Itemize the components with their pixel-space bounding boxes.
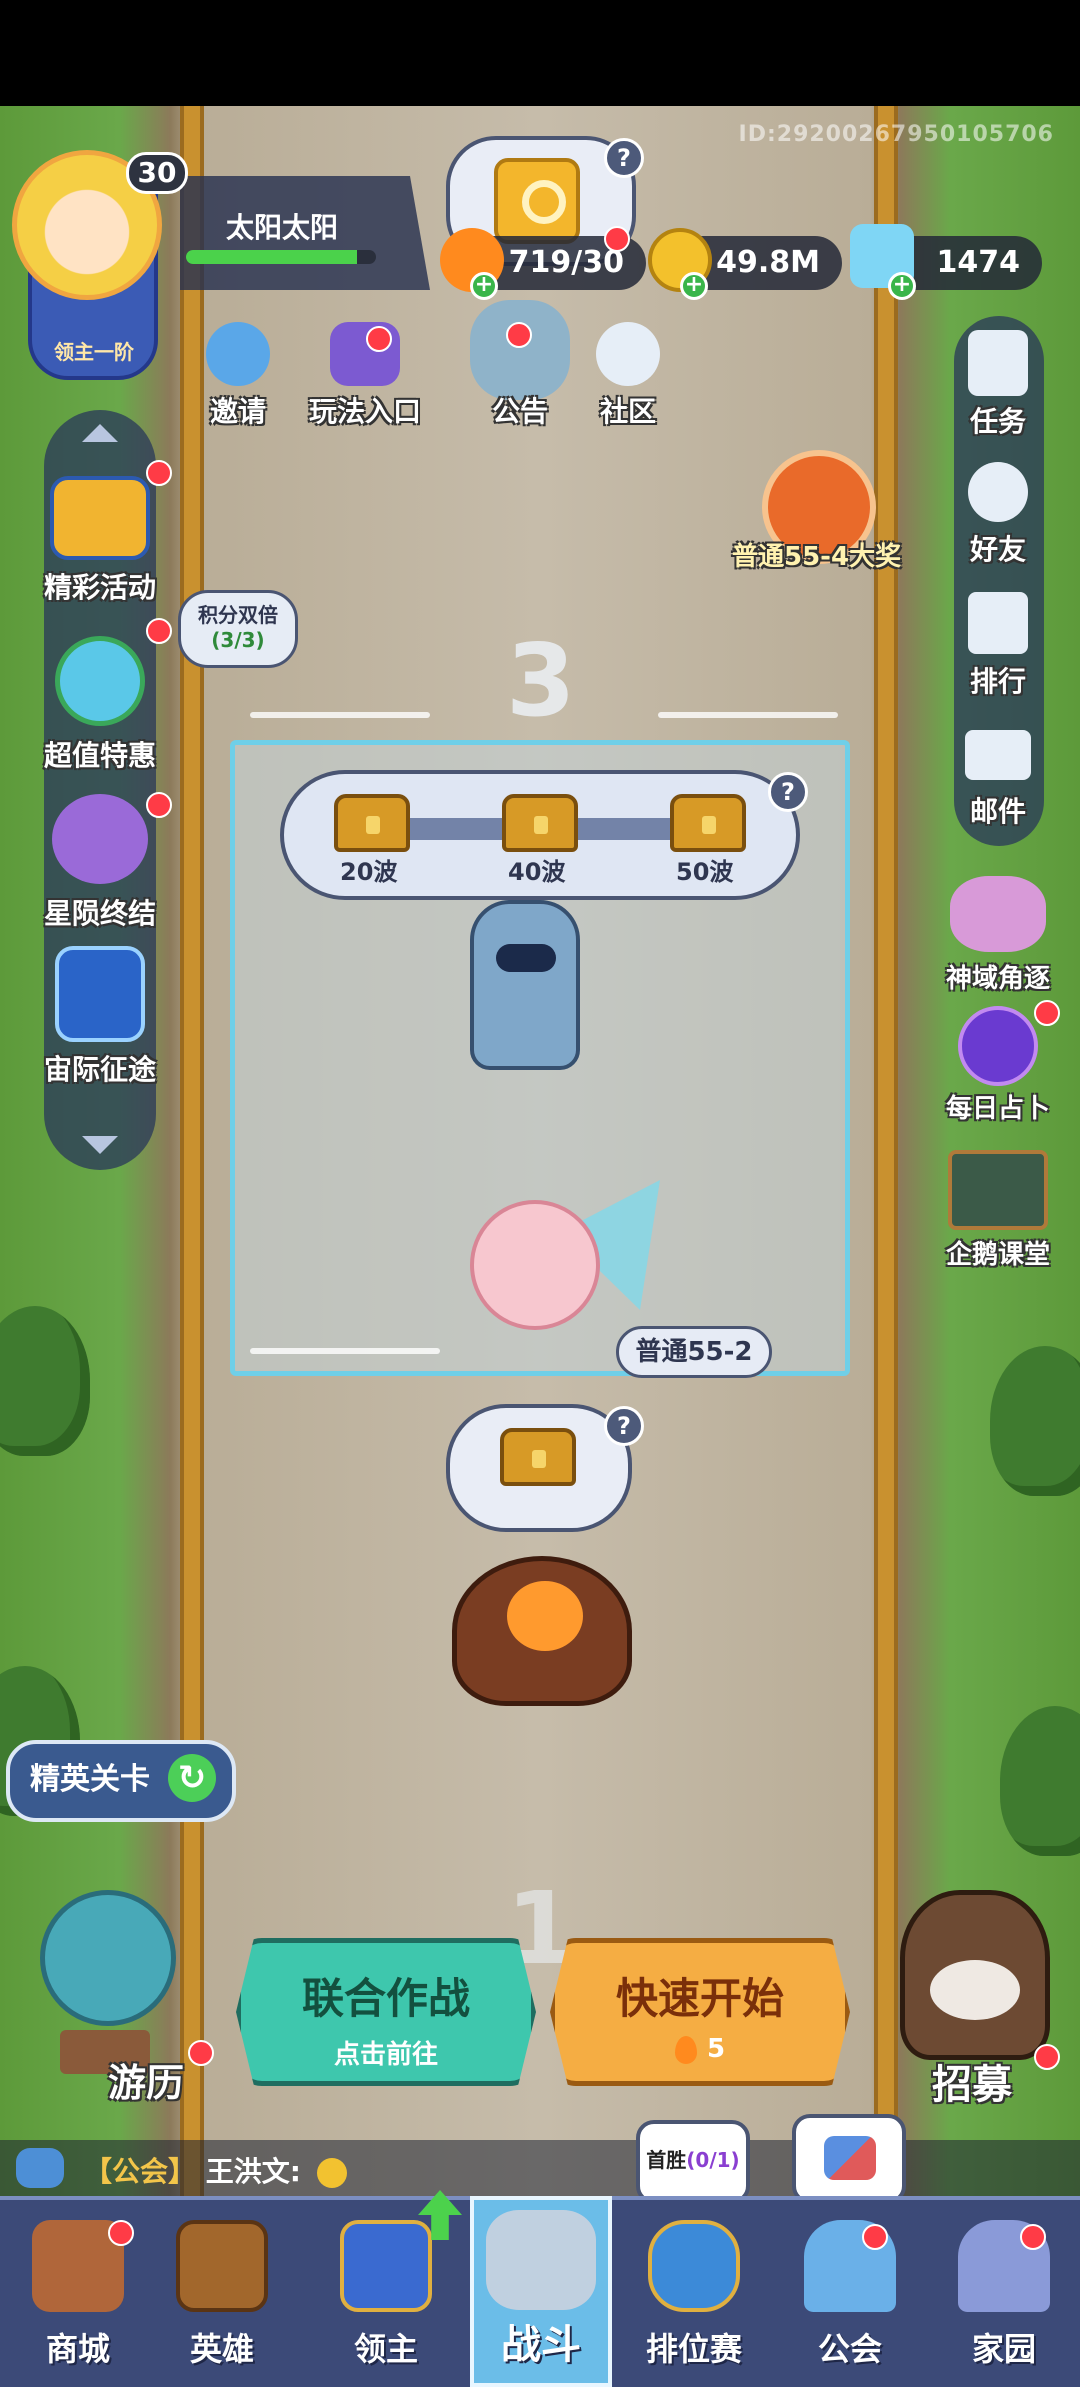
chat-bubble-icon[interactable] bbox=[16, 2148, 64, 2188]
community-button[interactable]: 社区 bbox=[578, 322, 678, 430]
divine-realm-button[interactable]: 神域角逐 bbox=[928, 876, 1068, 995]
current-stage-label: 普通55-2 bbox=[616, 1326, 772, 1378]
notification-dot bbox=[506, 322, 532, 348]
treasure-chest-icon bbox=[50, 476, 150, 560]
add-stamina-button[interactable]: + bbox=[470, 272, 498, 300]
co-op-battle-button[interactable]: 联合作战 点击前往 bbox=[236, 1938, 536, 2086]
nav-ranked[interactable]: 排位赛 bbox=[624, 2210, 764, 2380]
guard-character-icon bbox=[470, 300, 570, 400]
notification-dot bbox=[366, 326, 392, 352]
double-points-badge[interactable]: 积分双倍 (3/3) bbox=[178, 590, 298, 668]
rank-title: 领主一阶 bbox=[54, 340, 134, 364]
handshake-icon[interactable] bbox=[792, 2114, 906, 2204]
notification-dot bbox=[1034, 1000, 1060, 1026]
level-badge: 30 bbox=[126, 152, 188, 194]
tree-decoration bbox=[0, 1306, 90, 1456]
wave-number-top: 3 bbox=[506, 622, 576, 739]
first-win-badge[interactable]: 首胜(0/1) bbox=[636, 2120, 750, 2204]
clock-icon bbox=[55, 636, 145, 726]
refresh-icon[interactable]: ↻ bbox=[168, 1754, 216, 1802]
wave-reward-label: 40波 bbox=[508, 858, 566, 886]
player-name: 太阳太阳 bbox=[226, 211, 339, 244]
notification-dot bbox=[188, 2040, 214, 2066]
clipboard-icon bbox=[968, 330, 1028, 396]
notification-dot bbox=[108, 2220, 134, 2246]
podium-icon bbox=[968, 592, 1028, 654]
interstellar-button[interactable]: 宙际征途 bbox=[20, 946, 180, 1088]
crown-banner-icon bbox=[340, 2220, 432, 2312]
wave-reward-label: 20波 bbox=[340, 858, 398, 886]
hero-character bbox=[470, 1200, 600, 1330]
right-wall bbox=[874, 106, 898, 2196]
add-gold-button[interactable]: + bbox=[680, 272, 708, 300]
help-icon[interactable]: ? bbox=[768, 772, 808, 812]
chalkboard-icon bbox=[948, 1150, 1048, 1230]
xp-bar-fill bbox=[186, 250, 357, 264]
penguin-class-button[interactable]: 企鹅课堂 bbox=[928, 1150, 1068, 1271]
checklist-icon bbox=[55, 946, 145, 1042]
xp-bar bbox=[186, 250, 376, 264]
player-id: ID:29200267950105706 bbox=[738, 122, 1054, 147]
community-icon bbox=[596, 322, 660, 386]
notification-dot bbox=[1034, 2044, 1060, 2070]
events-button[interactable]: 精彩活动 bbox=[20, 476, 180, 606]
shield-icon bbox=[648, 2220, 740, 2312]
ranking-button[interactable]: 排行 bbox=[946, 592, 1050, 700]
notification-dot bbox=[146, 792, 172, 818]
tasks-button[interactable]: 任务 bbox=[946, 330, 1050, 440]
treasure-chest-icon[interactable] bbox=[502, 794, 578, 852]
wave-divider bbox=[658, 712, 838, 718]
hero-card-icon bbox=[176, 2220, 268, 2312]
notification-dot bbox=[1020, 2224, 1046, 2250]
wave-divider bbox=[250, 1348, 440, 1354]
nav-guild[interactable]: 公会 bbox=[780, 2210, 920, 2380]
add-gems-button[interactable]: + bbox=[888, 272, 916, 300]
nav-battle[interactable]: 战斗 bbox=[471, 2200, 611, 2370]
friends-button[interactable]: 好友 bbox=[946, 462, 1050, 568]
wave-divider bbox=[250, 712, 430, 718]
notification-dot bbox=[146, 460, 172, 486]
wave-reward-label: 50波 bbox=[676, 858, 734, 886]
travel-label[interactable]: 游历 bbox=[108, 2052, 184, 2107]
flame-icon bbox=[674, 2035, 697, 2064]
tree-decoration bbox=[990, 1346, 1080, 1496]
invite-icon bbox=[206, 322, 270, 386]
emoji-icon bbox=[316, 2158, 347, 2188]
help-icon[interactable]: ? bbox=[604, 1406, 644, 1446]
chat-message: 【公会】 王洪文: bbox=[84, 2150, 347, 2190]
gameplay-entry-button[interactable]: 玩法入口 bbox=[300, 322, 430, 430]
crossed-weapons-icon bbox=[486, 2210, 596, 2310]
enemy-mage-character bbox=[470, 900, 580, 1070]
key-icon[interactable] bbox=[494, 158, 580, 244]
hot-air-balloon-icon[interactable] bbox=[40, 1890, 176, 2026]
invite-button[interactable]: 邀请 bbox=[196, 322, 280, 430]
friends-icon bbox=[968, 462, 1028, 522]
wings-icon bbox=[950, 876, 1046, 952]
crystal-ball-icon bbox=[958, 1006, 1038, 1086]
treasure-chest-icon[interactable] bbox=[670, 794, 746, 852]
notice-button[interactable]: 公告 bbox=[460, 300, 580, 430]
mail-button[interactable]: 邮件 bbox=[946, 730, 1050, 830]
recruit-beard bbox=[930, 1960, 1020, 2020]
treasure-chest-icon[interactable] bbox=[500, 1428, 576, 1486]
winged-emblem-icon bbox=[52, 794, 148, 884]
notification-dot bbox=[862, 2224, 888, 2250]
stage-reward-label: 普通55-4大奖 bbox=[732, 542, 902, 572]
notification-dot bbox=[604, 226, 630, 252]
nav-heroes[interactable]: 英雄 bbox=[152, 2210, 292, 2380]
lava-golem-boss bbox=[452, 1556, 632, 1706]
status-bar bbox=[0, 0, 1080, 106]
treasure-chest-icon[interactable] bbox=[334, 794, 410, 852]
quick-start-button[interactable]: 快速开始 5 bbox=[550, 1938, 850, 2086]
envelope-icon bbox=[965, 730, 1031, 780]
help-icon[interactable]: ? bbox=[604, 138, 644, 178]
nav-home[interactable]: 家园 bbox=[934, 2210, 1074, 2380]
tree-decoration bbox=[1000, 1706, 1080, 1856]
recruit-label[interactable]: 招募 bbox=[932, 2052, 1012, 2110]
value-deals-button[interactable]: 超值特惠 bbox=[20, 636, 180, 774]
